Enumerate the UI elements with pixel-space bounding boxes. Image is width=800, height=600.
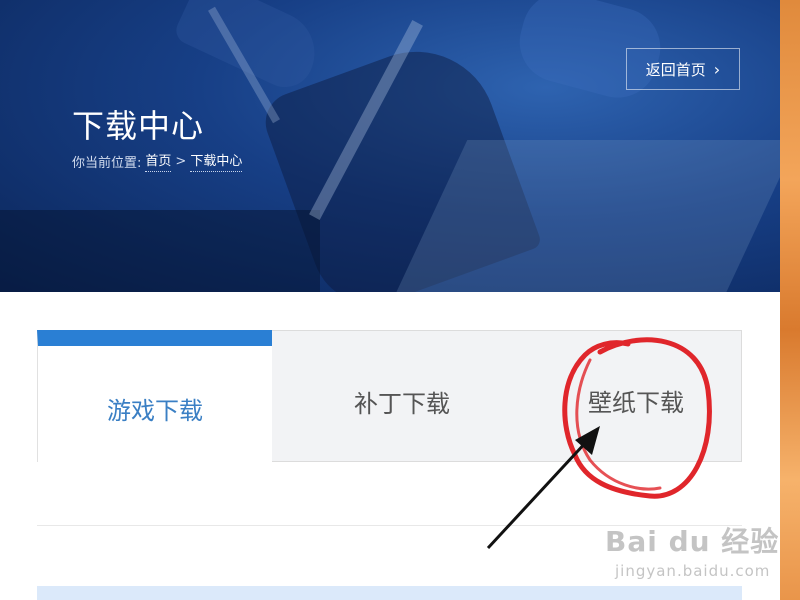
watermark-url: jingyan.baidu.com <box>615 562 771 580</box>
back-home-button[interactable]: 返回首页 › <box>626 48 740 90</box>
tab-game-download-label: 游戏下载 <box>107 396 203 425</box>
tab-wallpaper-download[interactable]: 壁纸下载 <box>588 383 684 418</box>
chevron-right-icon: › <box>713 59 721 79</box>
hero-banner: 下载中心 你当前位置: 首页 > 下载中心 返回首页 › <box>0 0 780 292</box>
baidu-jingyan-watermark: Bai du 经验 jingyan.baidu.com <box>605 520 779 580</box>
banner-art-shape <box>0 210 320 292</box>
page-title: 下载中心 <box>72 107 205 145</box>
breadcrumb-prefix: 你当前位置: <box>72 155 142 171</box>
back-home-label: 返回首页 <box>645 60 706 79</box>
breadcrumb-separator: > <box>175 153 187 169</box>
content-bar <box>37 586 742 600</box>
breadcrumb: 你当前位置: 首页 > 下载中心 <box>72 150 243 172</box>
breadcrumb-home-link[interactable]: 首页 <box>145 150 172 172</box>
tab-wallpaper-container: 壁纸下载 <box>271 330 742 462</box>
watermark-brand: Bai du 经验 <box>605 525 780 558</box>
breadcrumb-current[interactable]: 下载中心 <box>190 150 243 172</box>
tab-game-download[interactable]: 游戏下载 <box>37 330 272 462</box>
background-edge-art <box>780 0 800 600</box>
download-tabs: 补丁下载 壁纸下载 游戏下载 <box>37 330 742 462</box>
